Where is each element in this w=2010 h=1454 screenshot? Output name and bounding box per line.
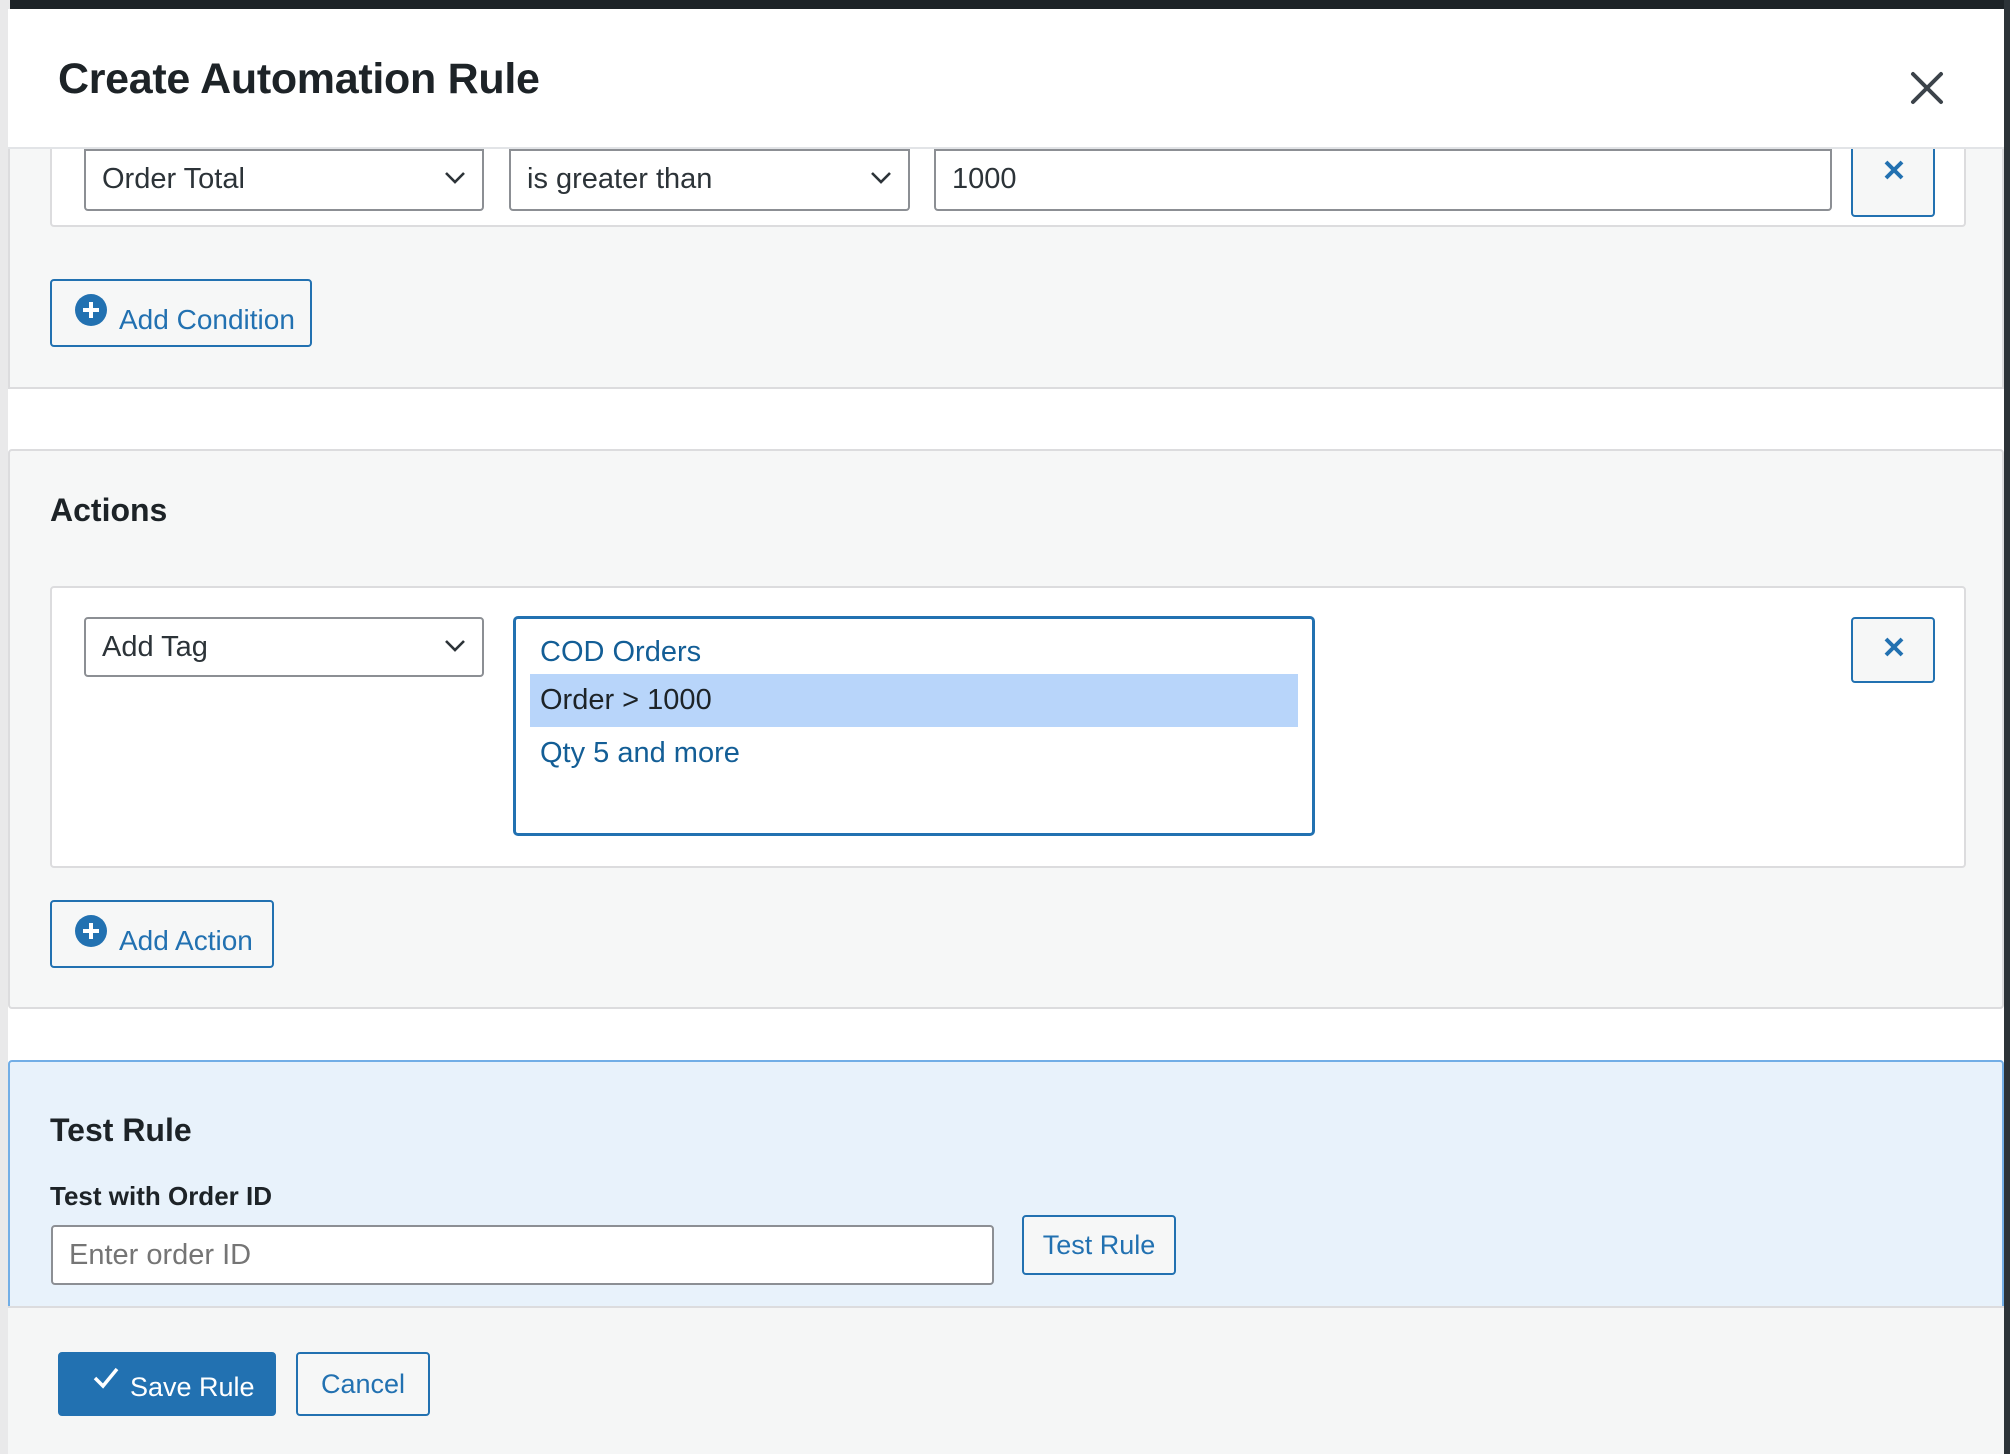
tag-multiselect[interactable]: COD Orders Order > 1000 Qty 5 and more	[513, 616, 1315, 836]
actions-heading: Actions	[50, 492, 168, 528]
condition-value-text: 1000	[952, 163, 1017, 195]
plus-circle-icon	[75, 294, 107, 326]
modal-header: Create Automation Rule	[8, 9, 2004, 149]
chevron-down-icon	[445, 172, 465, 184]
modal-footer: Save Rule Cancel	[8, 1306, 2004, 1454]
remove-condition-button[interactable]	[1851, 143, 1935, 217]
close-icon	[1884, 637, 1904, 657]
add-condition-button[interactable]: Add Condition	[50, 279, 312, 347]
checkmark-icon	[93, 1367, 119, 1389]
tag-option[interactable]: Order > 1000	[530, 674, 1298, 727]
order-id-label: Test with Order ID	[50, 1181, 272, 1211]
condition-operator-select[interactable]: is greater than	[509, 149, 910, 211]
cancel-button[interactable]: Cancel	[296, 1352, 430, 1416]
close-button[interactable]	[1903, 64, 1951, 112]
order-id-input[interactable]	[51, 1225, 994, 1285]
plus-circle-icon	[75, 915, 107, 947]
test-rule-heading: Test Rule	[50, 1112, 192, 1148]
add-action-label: Add Action	[119, 925, 253, 956]
backdrop-edge	[2004, 0, 2010, 1454]
save-rule-button[interactable]: Save Rule	[58, 1352, 276, 1416]
test-rule-section	[8, 1060, 2004, 1330]
action-type-value: Add Tag	[102, 631, 208, 663]
modal-title: Create Automation Rule	[58, 55, 540, 103]
automation-rule-modal: Create Automation Rule Order Total is gr…	[8, 9, 2004, 1454]
action-type-select[interactable]: Add Tag	[84, 617, 484, 677]
add-action-button[interactable]: Add Action	[50, 900, 274, 968]
condition-field-select[interactable]: Order Total	[84, 149, 484, 211]
condition-value-input[interactable]: 1000	[934, 149, 1832, 211]
chevron-down-icon	[871, 172, 891, 184]
tag-option[interactable]: Qty 5 and more	[530, 727, 1298, 780]
close-icon	[1884, 160, 1904, 180]
add-condition-label: Add Condition	[119, 304, 295, 335]
remove-action-button[interactable]	[1851, 617, 1935, 683]
close-icon	[1911, 72, 1943, 104]
tag-option[interactable]: COD Orders	[530, 626, 1298, 679]
chevron-down-icon	[445, 640, 465, 652]
test-rule-button[interactable]: Test Rule	[1022, 1215, 1176, 1275]
condition-field-value: Order Total	[102, 163, 245, 195]
save-rule-label: Save Rule	[130, 1372, 255, 1402]
condition-operator-value: is greater than	[527, 163, 713, 195]
